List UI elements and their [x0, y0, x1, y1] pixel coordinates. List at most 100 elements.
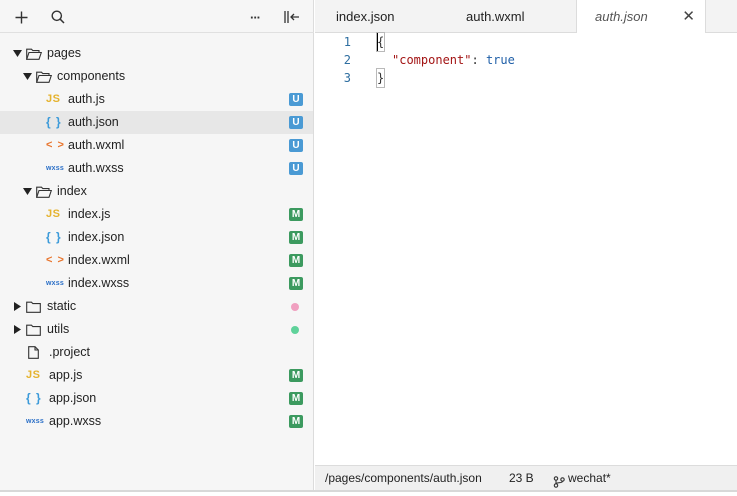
file-type-glyph: JS: [46, 93, 61, 105]
tree-item-label: index.json: [68, 230, 125, 244]
tree-item-label: auth.js: [68, 92, 105, 106]
js-file-icon: JS: [26, 364, 40, 387]
search-icon[interactable]: [48, 7, 68, 27]
tree-item-label: index.wxss: [68, 276, 130, 290]
git-status-badge: M: [289, 208, 303, 221]
tree-folder[interactable]: pages: [0, 42, 313, 65]
tree-file[interactable]: { } app.json M: [0, 387, 313, 410]
file-type-glyph: < >: [46, 139, 65, 151]
file-size: 23 B: [509, 471, 534, 485]
tree-folder[interactable]: static: [0, 295, 313, 318]
close-icon[interactable]: ✕: [682, 0, 695, 33]
tree-file[interactable]: .project: [0, 341, 313, 364]
tree-file[interactable]: < > auth.wxml U: [0, 134, 313, 157]
tree-item-label: static: [47, 299, 77, 313]
more-button[interactable]: ···: [245, 7, 265, 27]
git-status-dot: [291, 303, 299, 311]
git-status-badge: M: [289, 277, 303, 290]
json-key: "component": [392, 53, 472, 67]
chevron-right-icon[interactable]: [11, 318, 23, 341]
tree-item-label: .project: [49, 345, 90, 359]
tree-item-label: index: [57, 184, 87, 198]
tab-label: auth.wxml: [466, 9, 525, 24]
chevron-right-icon[interactable]: [11, 295, 23, 318]
git-status-badge: M: [289, 254, 303, 267]
collapse-sidebar-icon[interactable]: [282, 7, 302, 27]
branch-icon: [553, 472, 565, 488]
json-file-icon: { }: [26, 387, 42, 410]
line-number: 1: [343, 35, 351, 49]
tree-item-label: app.wxss: [49, 414, 102, 428]
tab-index-json[interactable]: index.json: [336, 0, 446, 33]
tree-item-label: auth.wxss: [68, 161, 124, 175]
explorer-toolbar: ···: [0, 0, 314, 33]
file-tree: pages components JS auth.js U{ } auth.json U < …: [0, 42, 313, 433]
line-number: 2: [343, 53, 351, 67]
branch-name[interactable]: wechat*: [568, 466, 611, 490]
file-path: /pages/components/auth.json: [325, 471, 482, 485]
chevron-down-icon[interactable]: [11, 42, 23, 65]
chevron-down-icon[interactable]: [21, 65, 33, 88]
tree-item-label: index.wxml: [68, 253, 130, 267]
file-icon: [28, 341, 39, 364]
wxss-file-icon: wxss: [46, 157, 64, 180]
tab-auth-json[interactable]: auth.json ✕: [576, 0, 706, 33]
folder-open-icon: [26, 42, 42, 65]
js-file-icon: JS: [46, 88, 60, 111]
tree-item-label: index.js: [68, 207, 111, 221]
tree-file[interactable]: < > index.wxml M: [0, 249, 313, 272]
tree-file[interactable]: wxss index.wxss M: [0, 272, 313, 295]
tab-label: auth.json: [595, 9, 648, 24]
tree-folder[interactable]: components: [0, 65, 313, 88]
plus-icon[interactable]: [11, 7, 31, 27]
tree-file[interactable]: { } auth.json U: [0, 111, 313, 134]
status-bar: /pages/components/auth.json 23 B wechat*: [315, 465, 737, 490]
folder-open-icon: [36, 65, 52, 88]
chevron-down-icon[interactable]: [21, 180, 33, 203]
tree-item-label: app.js: [49, 368, 83, 382]
tree-file[interactable]: wxss app.wxss M: [0, 410, 313, 433]
tree-item-label: auth.json: [68, 115, 119, 129]
json-file-icon: { }: [46, 226, 62, 249]
wxss-file-icon: wxss: [46, 272, 64, 295]
folder-icon: [26, 295, 41, 318]
file-explorer: ··· pages components JS auth.js U { } auth.jso…: [0, 0, 314, 492]
git-status-badge: U: [289, 139, 303, 152]
tree-folder[interactable]: index: [0, 180, 313, 203]
file-type-glyph: JS: [26, 369, 41, 381]
wxml-file-icon: < >: [46, 134, 65, 157]
json-value: true: [485, 53, 515, 67]
git-status-badge: U: [289, 116, 303, 129]
git-status-badge: U: [289, 93, 303, 106]
code-text: }: [375, 68, 386, 88]
tree-item-label: components: [57, 69, 126, 83]
tree-file[interactable]: JS app.js M: [0, 364, 313, 387]
wxml-file-icon: < >: [46, 249, 65, 272]
tree-file[interactable]: JS index.js M: [0, 203, 313, 226]
file-type-glyph: < >: [46, 254, 65, 266]
json-file-icon: { }: [46, 111, 62, 134]
file-type-glyph: { }: [46, 115, 62, 129]
file-type-glyph: JS: [46, 208, 61, 220]
tree-item-label: pages: [47, 46, 82, 60]
tree-file[interactable]: { } index.json M: [0, 226, 313, 249]
code-editor[interactable]: 1 { 2 "component": true 3 }: [315, 32, 737, 465]
file-type-glyph: wxss: [46, 165, 64, 172]
tree-item-label: auth.wxml: [68, 138, 125, 152]
git-status-badge: U: [289, 162, 303, 175]
git-status-badge: M: [289, 369, 303, 382]
tree-file[interactable]: wxss auth.wxss U: [0, 157, 313, 180]
file-type-glyph: { }: [26, 391, 42, 405]
tab-label: index.json: [336, 9, 395, 24]
git-status-badge: M: [289, 415, 303, 428]
tree-folder[interactable]: utils: [0, 318, 313, 341]
line-number: 3: [343, 71, 351, 85]
folder-open-icon: [36, 180, 52, 203]
git-status-badge: M: [289, 231, 303, 244]
tab-auth-wxml[interactable]: auth.wxml: [466, 0, 576, 33]
file-type-glyph: wxss: [26, 418, 44, 425]
tree-file[interactable]: JS auth.js U: [0, 88, 313, 111]
editor-tabbar: index.json auth.wxml auth.json ✕: [315, 0, 737, 33]
wxss-file-icon: wxss: [26, 410, 44, 433]
git-status-dot: [291, 326, 299, 334]
